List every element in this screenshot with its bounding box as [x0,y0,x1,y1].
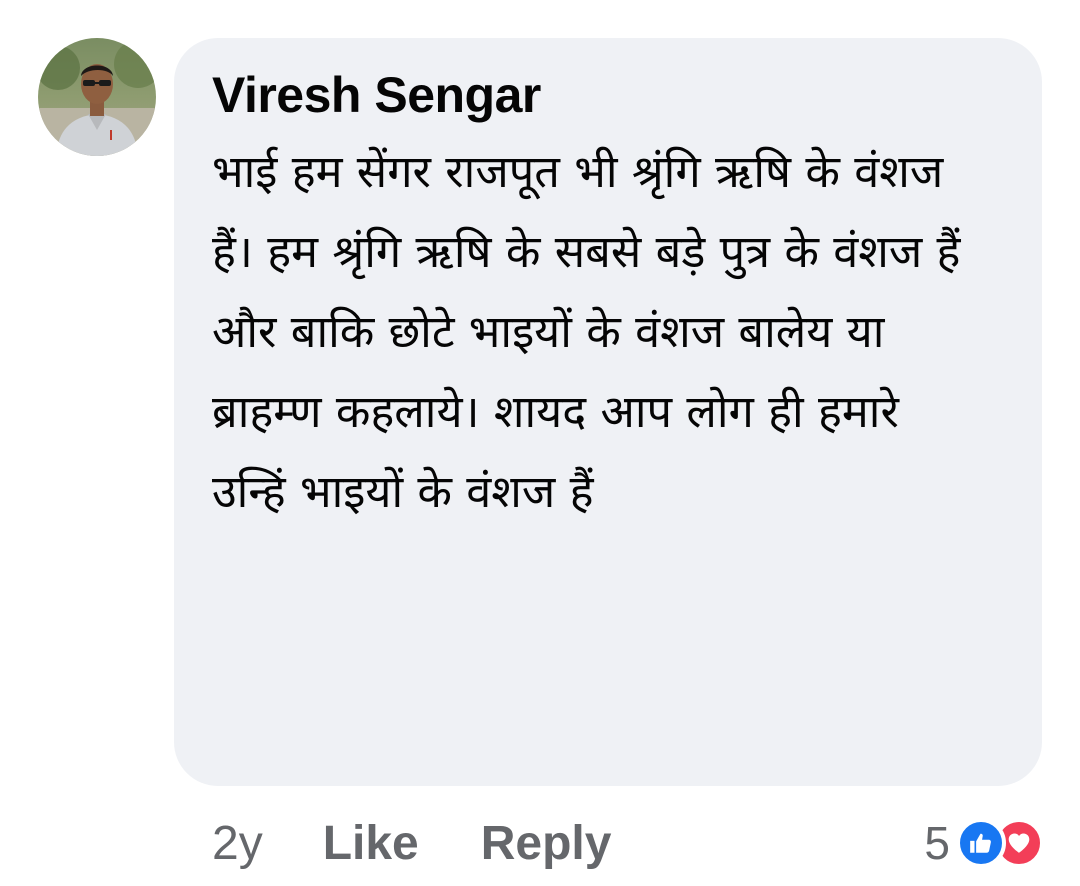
avatar[interactable] [38,38,156,156]
comment-bubble: Viresh Sengar भाई हम सेंगर राजपूत भी श्र… [174,38,1042,786]
comment: Viresh Sengar भाई हम सेंगर राजपूत भी श्र… [0,0,1080,886]
reaction-summary[interactable]: 5 [924,808,1044,878]
like-icon [956,818,1006,868]
comment-actions: 2y Like Reply [212,808,673,878]
like-button[interactable]: Like [323,816,419,871]
reply-button[interactable]: Reply [481,816,612,871]
comment-text: भाई हम सेंगर राजपूत भी श्रृंगि ऋषि के वं… [212,145,961,518]
comment-author[interactable]: Viresh Sengar [212,60,541,130]
comment-timestamp[interactable]: 2y [212,816,263,871]
profile-photo-icon [38,38,156,156]
reaction-count: 5 [924,817,950,869]
